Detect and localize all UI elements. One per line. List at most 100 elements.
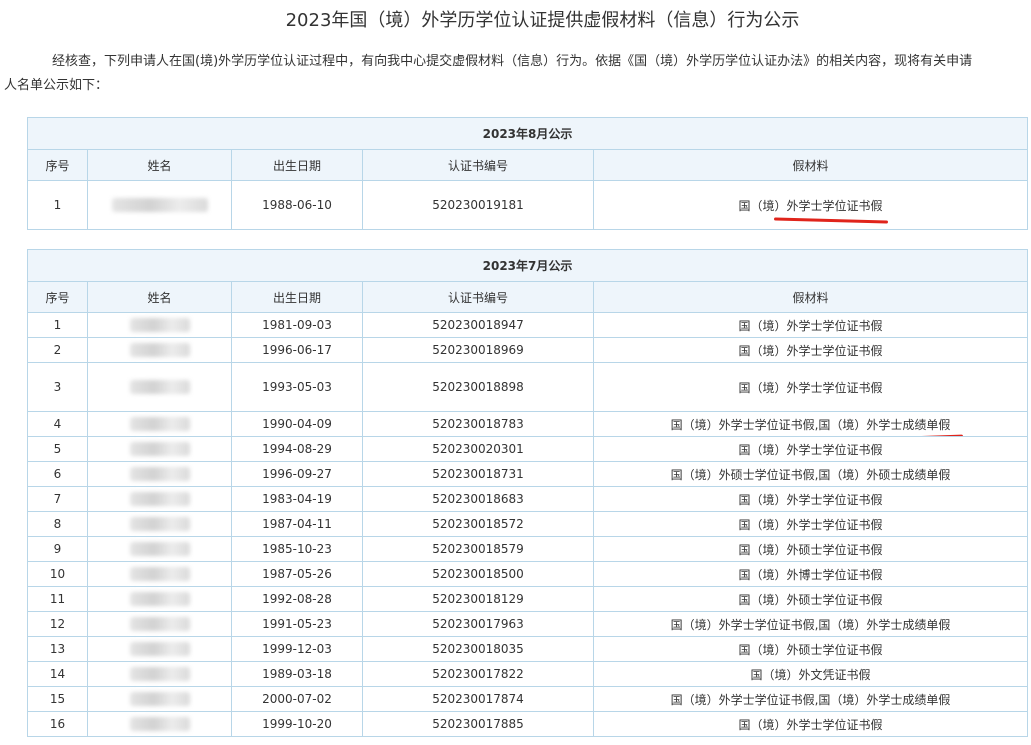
cell-cert: 520230018969 [362,337,594,363]
table-row: 7 1983-04-19 520230018683 国（境）外学士学位证书假 [27,486,1028,512]
cell-material: 国（境）外学士学位证书假 [593,711,1028,737]
cell-no: 1 [27,180,88,230]
underlined-material: 国（境）外学士学位证书假 [738,198,883,213]
cell-material: 国（境）外学士学位证书假 [593,436,1028,462]
redacted-name [129,467,190,482]
cell-name-redacted [87,636,232,662]
cell-dob: 1983-04-19 [231,486,363,512]
redacted-name [129,617,190,632]
table-row: 15 2000-07-02 520230017874 国（境）外学士学位证书假,国（境… [27,686,1028,712]
cell-dob: 1992-08-28 [231,586,363,612]
col-header-name: 姓名 [87,281,232,313]
cell-name-redacted [87,561,232,587]
table-row: 10 1987-05-26 520230018500 国（境）外博士学位证书假 [27,561,1028,587]
cell-dob: 1999-12-03 [231,636,363,662]
table-row: 5 1994-08-29 520230020301 国（境）外学士学位证书假 [27,436,1028,462]
redacted-name [129,592,190,607]
redacted-name [129,517,190,532]
redacted-name [129,717,190,732]
table-row: 3 1993-05-03 520230018898 国（境）外学士学位证书假 [27,362,1028,412]
cell-no: 15 [27,686,88,712]
cell-cert: 520230018035 [362,636,594,662]
cell-dob: 1996-06-17 [231,337,363,363]
cell-dob: 1994-08-29 [231,436,363,462]
cell-name-redacted [87,586,232,612]
table-row: 11 1992-08-28 520230018129 国（境）外硕士学位证书假 [27,586,1028,612]
cell-cert: 520230018783 [362,411,594,437]
cell-material: 国（境）外博士学位证书假 [593,561,1028,587]
cell-no: 3 [27,362,88,412]
table-row: 8 1987-04-11 520230018572 国（境）外学士学位证书假 [27,511,1028,537]
cell-dob: 1987-04-11 [231,511,363,537]
table-row: 14 1989-03-18 520230017822 国（境）外文凭证书假 [27,661,1028,687]
cell-no: 7 [27,486,88,512]
july-caption: 2023年7月公示 [27,249,1028,282]
cell-material: 国（境）外硕士学位证书假 [593,586,1028,612]
cell-cert: 520230017885 [362,711,594,737]
cell-material: 国（境）外硕士学位证书假 [593,636,1028,662]
table-row: 13 1999-12-03 520230018035 国（境）外硕士学位证书假 [27,636,1028,662]
table-row: 16 1999-10-20 520230017885 国（境）外学士学位证书假 [27,711,1028,737]
cell-name-redacted [87,312,232,338]
intro-line-2: 人名单公示如下： [4,78,109,93]
intro-paragraph: 经核查，下列申请人在国(境)外学历学位认证过程中，有向我中心提交虚假材料（信息）… [4,50,1031,98]
redacted-name [129,318,190,333]
cell-cert: 520230018947 [362,312,594,338]
cell-cert: 520230018898 [362,362,594,412]
col-header-dob: 出生日期 [231,281,363,313]
redacted-name [129,642,190,657]
cell-name-redacted [87,511,232,537]
table-row: 12 1991-05-23 520230017963 国（境）外学士学位证书假,国（境… [27,611,1028,637]
redacted-name [111,198,208,213]
cell-dob: 1988-06-10 [231,180,363,230]
cell-no: 11 [27,586,88,612]
cell-cert: 520230017963 [362,611,594,637]
cell-name-redacted [87,461,232,487]
cell-cert: 520230018579 [362,536,594,562]
table-row: 6 1996-09-27 520230018731 国（境）外硕士学位证书假,国（境）… [27,461,1028,487]
cell-no: 4 [27,411,88,437]
col-header-name: 姓名 [87,149,232,181]
cell-dob: 1985-10-23 [231,536,363,562]
table-row: 9 1985-10-23 520230018579 国（境）外硕士学位证书假 [27,536,1028,562]
cell-material: 国（境）外硕士学位证书假 [593,536,1028,562]
cell-name-redacted [87,337,232,363]
cell-material: 国（境）外学士学位证书假,国（境）外学士成绩单假 [593,686,1028,712]
cell-name-redacted [87,411,232,437]
cell-material: 国（境）外学士学位证书假,国（境）外学士成绩单假 [593,611,1028,637]
cell-name-redacted [87,436,232,462]
cell-dob: 1991-05-23 [231,611,363,637]
cell-cert: 520230018572 [362,511,594,537]
cell-dob: 1990-04-09 [231,411,363,437]
cell-no: 14 [27,661,88,687]
cell-no: 9 [27,536,88,562]
cell-material: 国（境）外学士学位证书假,国（境）外学士成绩单假 [593,411,1028,437]
cell-cert: 520230017874 [362,686,594,712]
july-table: 2023年7月公示 序号 姓名 出生日期 认证书编号 假材料 1 1981-09-… [27,249,1028,737]
cell-dob: 1989-03-18 [231,661,363,687]
redacted-name [129,492,190,507]
redacted-name [129,417,190,432]
cell-name-redacted [87,611,232,637]
cell-no: 8 [27,511,88,537]
august-header-row: 序号 姓名 出生日期 认证书编号 假材料 [27,149,1028,181]
cell-no: 12 [27,611,88,637]
col-header-cert: 认证书编号 [362,149,594,181]
cell-cert: 520230018683 [362,486,594,512]
redacted-name [129,442,190,457]
cell-no: 6 [27,461,88,487]
redacted-name [129,542,190,557]
cell-cert: 520230018500 [362,561,594,587]
cell-material: 国（境）外学士学位证书假 [593,312,1028,338]
cell-material: 国（境）外文凭证书假 [593,661,1028,687]
cell-no: 1 [27,312,88,338]
august-table: 2023年8月公示 序号 姓名 出生日期 认证书编号 假材料 1 1988-06… [27,117,1028,230]
cell-dob: 1999-10-20 [231,711,363,737]
cell-dob: 1987-05-26 [231,561,363,587]
cell-no: 13 [27,636,88,662]
cell-no: 2 [27,337,88,363]
table-row: 4 1990-04-09 520230018783 国（境）外学士学位证书假,国（境）… [27,411,1028,437]
cell-cert: 520230018129 [362,586,594,612]
cell-name-redacted [87,536,232,562]
cell-name-redacted [87,711,232,737]
